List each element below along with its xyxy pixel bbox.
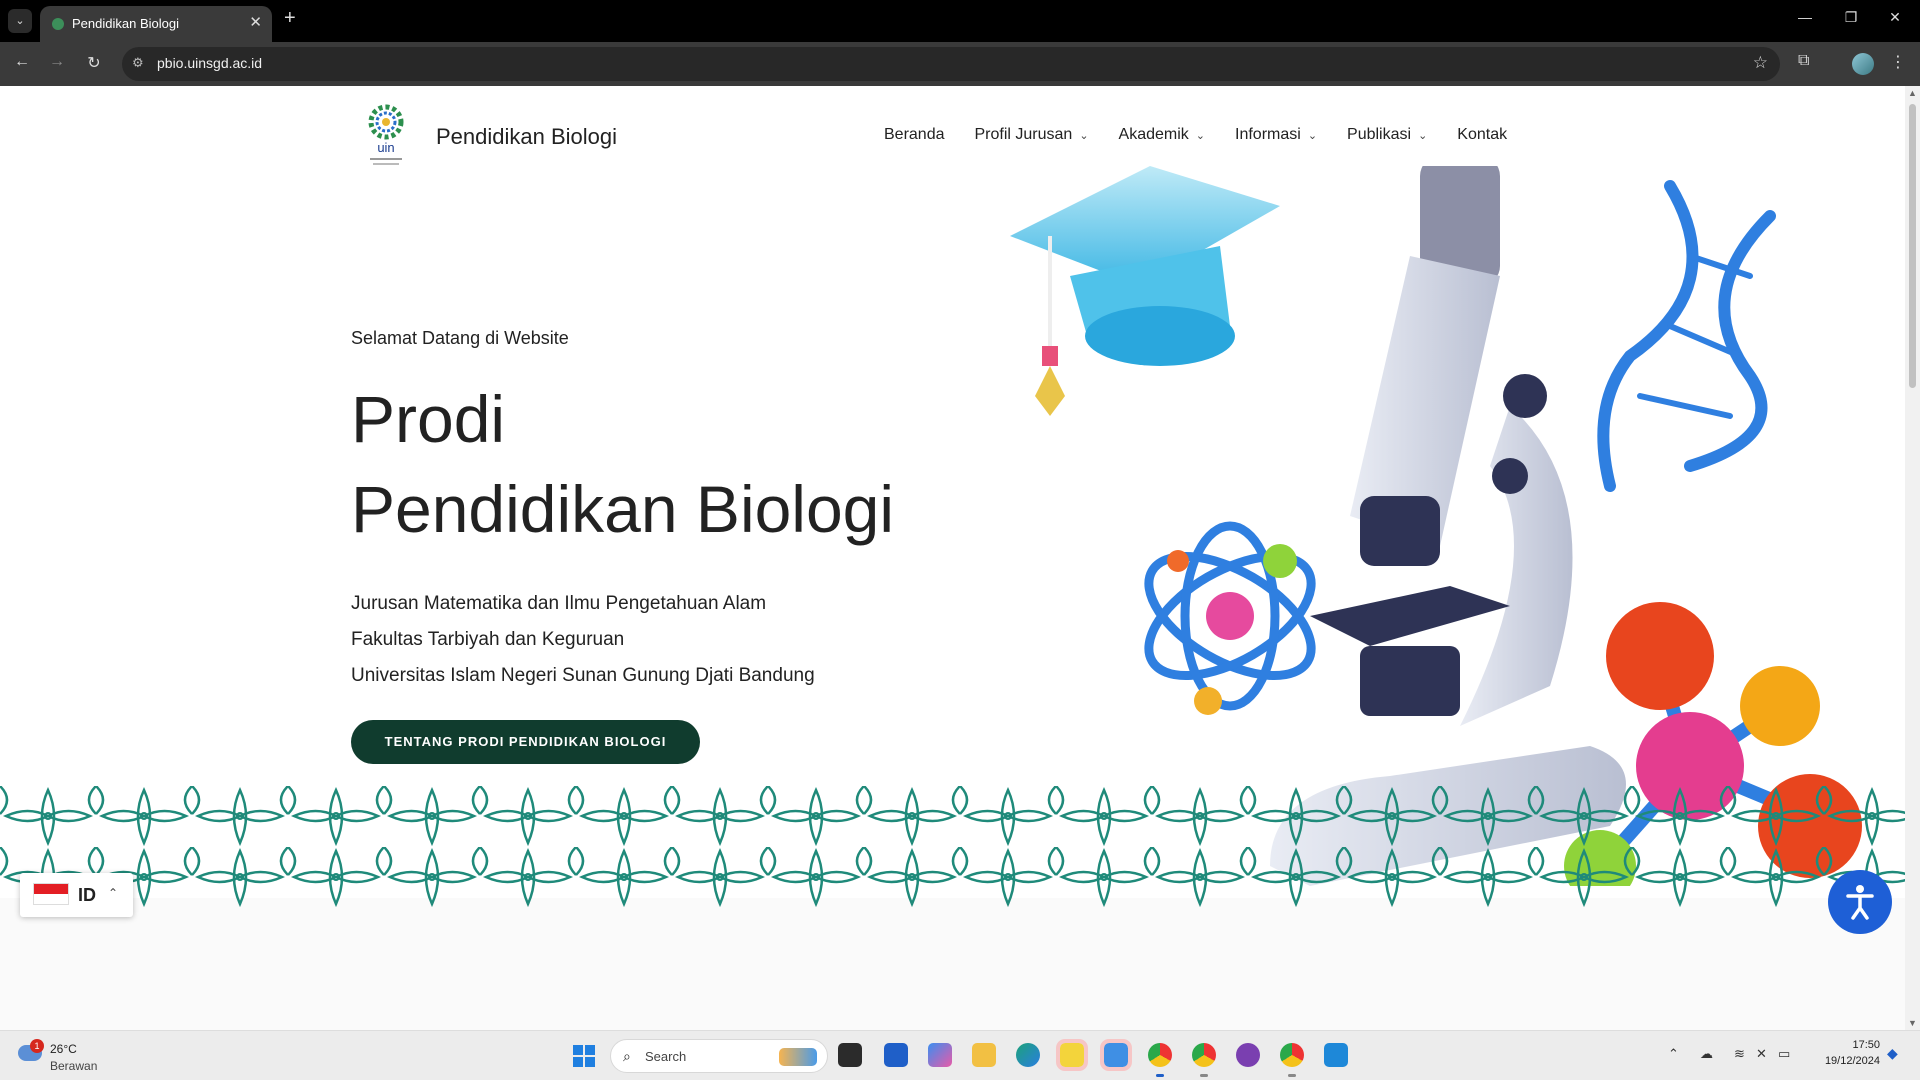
chrome-app-icon[interactable] — [1280, 1043, 1304, 1067]
about-prodi-button[interactable]: TENTANG PRODI PENDIDIKAN BIOLOGI — [351, 720, 700, 764]
clock-date[interactable]: 19/12/2024 — [1810, 1055, 1880, 1067]
tab-search-menu-icon[interactable]: ⌄ — [8, 9, 32, 33]
hero-sub-line2: Fakultas Tarbiyah dan Keguruan — [351, 629, 625, 650]
scroll-down-icon[interactable]: ▼ — [1908, 1018, 1917, 1028]
hero-title: Prodi Pendidikan Biologi — [351, 374, 894, 554]
address-bar[interactable]: ⚙ pbio.uinsgd.ac.id ☆ — [122, 47, 1780, 81]
chevron-down-icon: ⌄ — [1195, 129, 1206, 142]
taskbar-search[interactable]: ⌕ Search — [610, 1039, 828, 1073]
back-icon[interactable]: ← — [10, 53, 34, 71]
browser-menu-icon[interactable]: ⋮ — [1890, 52, 1906, 72]
forward-icon[interactable]: → — [45, 53, 69, 71]
edge-icon[interactable] — [1016, 1043, 1040, 1067]
store-icon[interactable] — [884, 1043, 908, 1067]
hero-sub-line3: Universitas Islam Negeri Sunan Gunung Dj… — [351, 665, 815, 686]
profile-avatar[interactable] — [1852, 53, 1874, 75]
github-desktop-icon[interactable] — [1236, 1043, 1260, 1067]
active-tab[interactable]: Pendidikan Biologi ✕ — [40, 6, 272, 42]
extensions-icon[interactable]: ⧉ — [1798, 52, 1809, 70]
show-hidden-icons-icon[interactable]: ⌃ — [1668, 1046, 1679, 1062]
decorative-pattern — [0, 786, 1905, 908]
chrome-icon[interactable] — [1148, 1043, 1172, 1067]
dna-helix-icon — [1597, 180, 1776, 492]
chrome-profile-icon[interactable] — [1192, 1043, 1216, 1067]
volume-muted-icon[interactable]: ✕ — [1756, 1046, 1767, 1062]
hero-title-line2: Pendidikan Biologi — [351, 472, 895, 546]
tab-close-icon[interactable]: ✕ — [249, 13, 262, 31]
file-explorer-icon[interactable] — [972, 1043, 996, 1067]
atom-nucleus — [1206, 592, 1254, 640]
site-info-icon[interactable]: ⚙ — [132, 55, 144, 71]
scrollbar-thumb[interactable] — [1909, 104, 1916, 388]
logo-text: uin — [377, 140, 394, 155]
nav-beranda[interactable]: Beranda — [884, 126, 945, 144]
accessibility-icon — [1846, 885, 1874, 920]
clock-time[interactable]: 17:50 — [1810, 1039, 1880, 1051]
uin-logo[interactable]: uin — [364, 104, 408, 170]
hero-title-line1: Prodi — [351, 382, 506, 456]
task-view-icon[interactable] — [838, 1043, 862, 1067]
microscope-icon — [1270, 166, 1626, 886]
onedrive-icon[interactable]: ☁ — [1700, 1046, 1713, 1062]
language-switcher[interactable]: ID ⌃ — [20, 873, 133, 917]
wifi-icon[interactable]: ≋ — [1734, 1046, 1745, 1062]
restore-button[interactable]: ❐ — [1836, 9, 1866, 26]
running-indicator — [1200, 1074, 1208, 1077]
minimize-button[interactable]: — — [1790, 9, 1820, 25]
graduation-cap-icon — [1010, 166, 1280, 416]
copilot-icon[interactable] — [928, 1043, 952, 1067]
running-indicator — [1156, 1074, 1164, 1077]
search-highlight-icon — [779, 1048, 817, 1066]
vscode-icon[interactable] — [1324, 1043, 1348, 1067]
notepad-icon[interactable] — [1100, 1039, 1132, 1071]
search-placeholder: Search — [645, 1049, 687, 1064]
section-background — [0, 898, 1905, 1030]
chevron-up-icon: ⌃ — [108, 886, 119, 900]
nav-kontak[interactable]: Kontak — [1457, 126, 1507, 144]
tab-title: Pendidikan Biologi — [72, 16, 179, 31]
running-indicator — [1288, 1074, 1296, 1077]
weather-condition: Berawan — [50, 1059, 98, 1073]
browser-tab-bar: ⌄ Pendidikan Biologi ✕ + — ❐ ✕ — [0, 0, 1920, 42]
notification-bell-icon[interactable]: ◆ — [1887, 1045, 1898, 1062]
weather-temperature: 26°C — [50, 1042, 77, 1056]
reload-icon[interactable]: ↻ — [82, 53, 106, 73]
chevron-down-icon: ⌄ — [1418, 129, 1428, 142]
sticky-notes-icon[interactable] — [1056, 1039, 1088, 1071]
nav-akademik[interactable]: Akademik ⌄ — [1119, 126, 1205, 144]
hero-sub-line1: Jurusan Matematika dan Ilmu Pengetahuan … — [351, 593, 767, 614]
battery-icon[interactable]: ▭ — [1778, 1046, 1790, 1062]
page-scrollbar[interactable]: ▲ ▼ — [1905, 86, 1920, 1030]
close-window-button[interactable]: ✕ — [1880, 9, 1910, 26]
nav-profil-jurusan[interactable]: Profil Jurusan ⌄ — [975, 126, 1089, 144]
bookmark-star-icon[interactable]: ☆ — [1753, 53, 1768, 73]
indonesia-flag-icon — [34, 884, 68, 904]
chevron-down-icon: ⌄ — [1307, 129, 1318, 142]
hero-subtitle: Jurusan Matematika dan Ilmu Pengetahuan … — [351, 586, 815, 694]
notification-badge: 1 — [30, 1039, 44, 1053]
windows-start-icon[interactable] — [573, 1045, 595, 1067]
search-icon: ⌕ — [623, 1048, 631, 1064]
hero-illustration — [1010, 166, 1862, 886]
chevron-down-icon: ⌄ — [1079, 129, 1089, 142]
windows-taskbar: 1 26°C Berawan ⌕ Search ⌃ ☁ ≋ ✕ ▭ 17:50 … — [0, 1030, 1920, 1080]
site-favicon-icon — [52, 18, 64, 30]
scroll-up-icon[interactable]: ▲ — [1908, 88, 1917, 98]
nav-publikasi[interactable]: Publikasi ⌄ — [1347, 126, 1427, 144]
nav-informasi[interactable]: Informasi ⌄ — [1235, 126, 1317, 144]
accessibility-button[interactable] — [1828, 870, 1892, 934]
hero-welcome: Selamat Datang di Website — [351, 328, 569, 348]
browser-toolbar: ← → ↻ ⚙ pbio.uinsgd.ac.id ☆ ⧉ ⋮ — [0, 42, 1920, 86]
site-brand[interactable]: Pendidikan Biologi — [436, 124, 617, 150]
url-text[interactable]: pbio.uinsgd.ac.id — [157, 55, 262, 71]
main-nav: Beranda Profil Jurusan ⌄ Akademik ⌄ Inform… — [884, 126, 1507, 144]
language-code: ID — [78, 885, 96, 905]
web-page: uin Pendidikan Biologi Beranda Profil Ju… — [0, 86, 1905, 1030]
new-tab-button[interactable]: + — [284, 7, 296, 30]
